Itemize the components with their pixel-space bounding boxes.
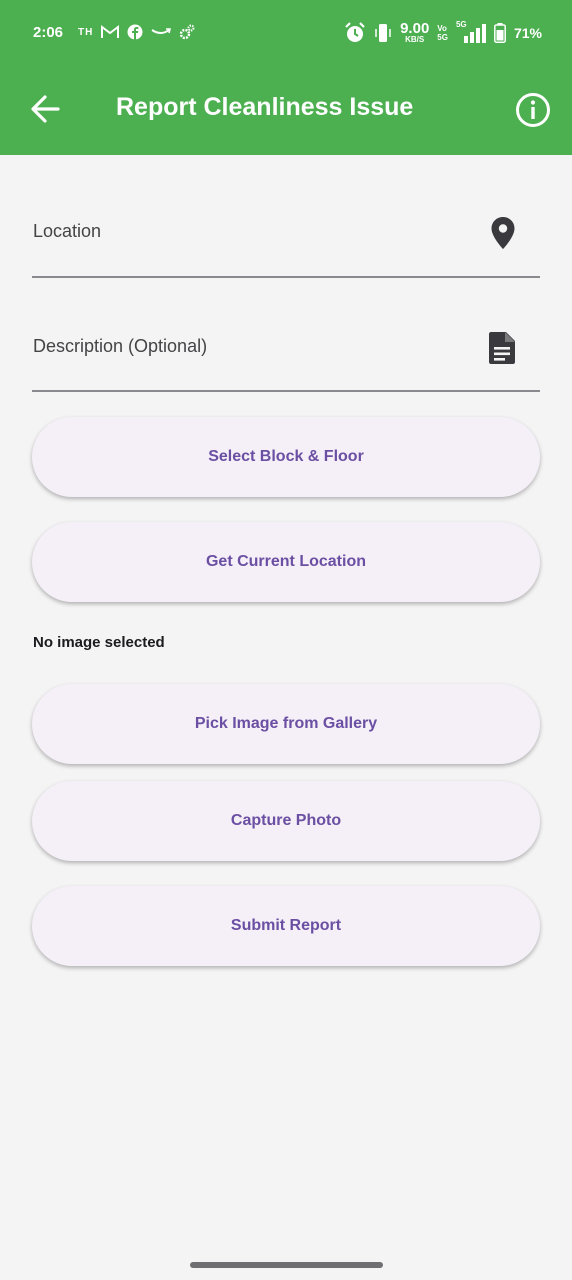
select-block-floor-button[interactable]: Select Block & Floor — [32, 417, 540, 497]
image-status-text: No image selected — [33, 634, 165, 651]
alarm-icon — [345, 21, 365, 42]
notification-icons: TH — [78, 24, 195, 40]
battery-percent: 71% — [513, 24, 542, 41]
app-bar: 2:06 TH 9.00 KB/S Vo 5G 5G 71% Report Cl… — [0, 0, 572, 155]
submit-report-button[interactable]: Submit Report — [32, 886, 540, 966]
location-pin-icon — [491, 217, 515, 249]
status-time: 2:06 — [33, 24, 64, 41]
description-field[interactable]: Description (Optional) — [32, 311, 540, 392]
gmail-icon — [101, 25, 120, 38]
vibrate-icon — [375, 23, 391, 42]
info-icon[interactable] — [514, 91, 552, 129]
volte-indicator: Vo 5G — [437, 23, 448, 42]
page-title: Report Cleanliness Issue — [116, 93, 414, 121]
settings-gear-icon — [180, 24, 195, 40]
battery-icon — [494, 22, 506, 43]
pick-image-gallery-button[interactable]: Pick Image from Gallery — [32, 684, 540, 764]
capture-photo-button[interactable]: Capture Photo — [32, 781, 540, 861]
location-field[interactable]: Location — [32, 196, 540, 278]
document-icon — [489, 332, 515, 364]
amazon-icon — [151, 28, 172, 34]
system-status-icons: 9.00 KB/S Vo 5G 5G 71% — [344, 20, 542, 44]
signal-icon: 5G — [456, 20, 486, 43]
home-indicator[interactable] — [190, 1262, 383, 1268]
arrow-back-icon[interactable] — [28, 90, 62, 128]
location-field-label: Location — [33, 221, 102, 241]
carrier-badge: TH — [78, 26, 94, 38]
description-field-label: Description (Optional) — [33, 336, 208, 356]
network-speed: 9.00 KB/S — [400, 20, 430, 44]
facebook-icon — [127, 24, 143, 40]
get-current-location-button[interactable]: Get Current Location — [32, 522, 540, 602]
status-bar: 2:06 TH 9.00 KB/S Vo 5G 5G 71% — [0, 0, 572, 68]
